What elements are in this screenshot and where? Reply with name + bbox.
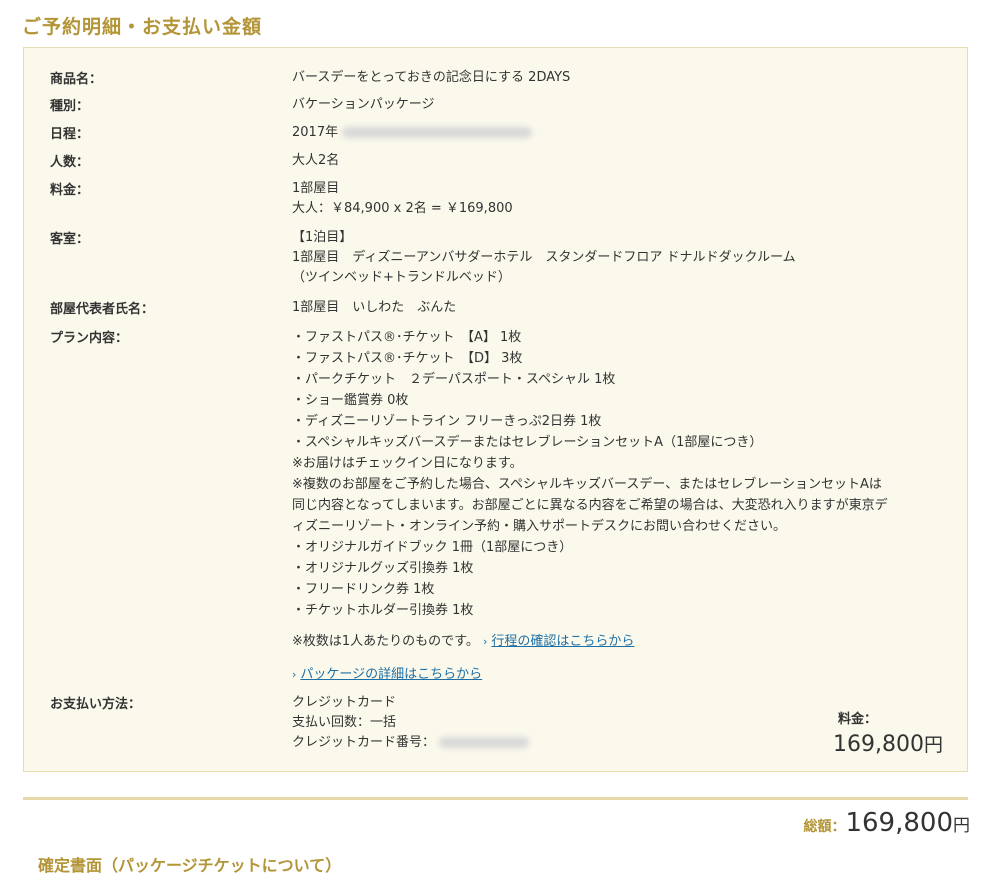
people-label: 人数： [50,155,90,170]
room-label: 客室： [50,232,90,247]
total-yen: 円 [953,816,970,836]
schedule-label: 日程： [50,127,90,142]
plan-line: ・ファストパス®･チケット 【A】 1枚 [292,330,522,345]
representative-label: 部屋代表者氏名： [50,302,155,317]
reservation-details-panel: 商品名： バースデーをとっておきの記念日にする 2DAYS 種別： バケーション… [23,47,968,772]
plan-line: ィズニーリゾート・オンライン予約・購入サポートデスクにお問い合わせください。 [292,519,787,534]
chevron-right-icon: › [292,668,297,681]
fee-amount-value: 169,800 [833,732,924,757]
representative-value: 1部屋目 いしわた ぶんた [292,300,457,315]
price-line: 大人：￥84,900 x 2名 = ￥169,800 [292,201,513,216]
fee-amount: 169,800円 [833,730,943,757]
room-line: 【1泊目】 [292,230,353,245]
total-amount-value: 169,800 [845,808,953,838]
itinerary-link[interactable]: 行程の確認はこちらから [491,634,634,649]
type-value: バケーションパッケージ [292,97,435,112]
plan-line: ※複数のお部屋をご予約した場合、スペシャルキッズバースデー、またはセレブレーショ… [292,477,882,492]
price-label: 料金： [50,183,90,198]
plan-line: 同じ内容となってしまいます。お部屋ごとに異なる内容をご希望の場合は、大変恐れ入り… [292,498,888,513]
page-title: ご予約明細・お支払い金額 [22,16,263,38]
payment-label: お支払い方法： [50,697,142,712]
plan-line: ・フリードリンク券 1枚 [292,582,435,597]
price-line: 1部屋目 [292,181,340,196]
fee-label: 料金： [837,712,877,727]
plan-line: ・ショー鑑賞券 0枚 [292,393,409,408]
next-section-title: 確定書面（パッケージチケットについて） [38,856,342,875]
plan-line: ・ファストパス®･チケット 【D】 3枚 [292,351,523,366]
product-value: バースデーをとっておきの記念日にする 2DAYS [292,70,571,85]
package-details-link[interactable]: パッケージの詳細はこちらから [300,667,482,682]
plan-line: ・チケットホルダー引換券 1枚 [292,603,474,618]
type-label: 種別： [50,99,90,114]
plan-line: ※お届けはチェックイン日になります。 [292,456,523,471]
payment-method: クレジットカード [292,695,397,710]
plan-line: ・スペシャルキッズバースデーまたはセレブレーションセットA（1部屋につき） [292,435,763,450]
plan-line: ・オリジナルガイドブック 1冊（1部屋につき） [292,540,573,555]
redacted-dates [342,127,533,138]
plan-line: ・ディズニーリゾートライン フリーきっぷ2日券 1枚 [292,414,602,429]
plan-note: ※枚数は1人あたりのものです。 [292,634,479,649]
card-number-label: クレジットカード番号： [292,735,436,750]
people-value: 大人2名 [292,153,340,168]
redacted-card-number [439,737,530,748]
schedule-value: 2017年 [292,125,339,140]
fee-yen: 円 [923,734,943,756]
product-label: 商品名： [50,72,103,87]
room-line: 1部屋目 ディズニーアンバサダーホテル スタンダードフロア ドナルドダックルーム [292,250,796,265]
divider [23,797,968,800]
plan-line: ・パークチケット ２デーパスポート・スペシャル 1枚 [292,372,616,387]
total-amount: 総額：169,800円 [803,808,970,838]
chevron-right-icon: › [483,635,488,648]
payment-installments: 支払い回数：一括 [292,715,397,730]
room-line: （ツインベッド+トランドルベッド） [292,270,511,285]
total-label: 総額： [803,819,846,835]
plan-line: ・オリジナルグッズ引換券 1枚 [292,561,474,576]
plan-label: プラン内容： [50,331,129,346]
